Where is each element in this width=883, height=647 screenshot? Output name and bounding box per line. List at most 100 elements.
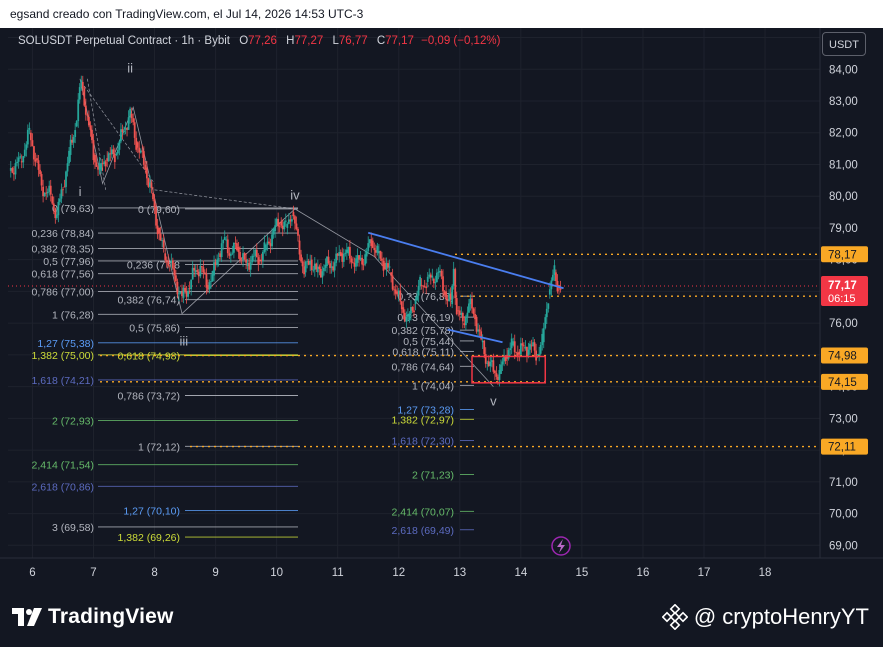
price-chart[interactable]: 0 (79,63)0,236 (78,84)0,382 (78,35)0,5 (… xyxy=(0,28,883,588)
fib-level-label: 0,5 (77,96) xyxy=(43,256,94,268)
candle-body xyxy=(31,140,34,147)
candle-body xyxy=(408,313,411,320)
candle-body xyxy=(492,360,495,372)
candle-body xyxy=(292,212,295,217)
candle-body xyxy=(159,233,162,241)
candle-body xyxy=(51,196,54,204)
candle-body xyxy=(445,291,447,299)
candle-body xyxy=(280,221,283,226)
wave-label: ii xyxy=(127,60,133,75)
candle-body xyxy=(95,162,98,167)
candle-body xyxy=(62,189,64,191)
x-tick-label: 6 xyxy=(29,567,35,579)
candle-body xyxy=(11,168,14,173)
candle-body xyxy=(300,254,302,262)
candle-body xyxy=(33,146,35,160)
candle-body xyxy=(327,256,330,264)
candle-body xyxy=(466,312,469,317)
candle-body xyxy=(118,141,121,150)
candle-body xyxy=(405,316,408,322)
fib-level-label: 2,414 (71,54) xyxy=(32,460,94,472)
candle-body xyxy=(217,258,220,260)
y-tick-label: 69,00 xyxy=(829,540,858,552)
candle-body xyxy=(13,172,15,175)
wave-label: i xyxy=(79,184,82,199)
candle-body xyxy=(451,285,454,305)
candle-body xyxy=(419,276,422,286)
candle-body xyxy=(434,282,437,284)
candle-body xyxy=(252,255,255,257)
candle-body xyxy=(17,157,20,162)
candle-body xyxy=(425,286,428,289)
tradingview-logo[interactable]: TradingView xyxy=(12,605,174,629)
candle-body xyxy=(184,287,186,292)
candle-body xyxy=(265,244,267,251)
binance-icon xyxy=(661,604,688,630)
candle-body xyxy=(84,105,87,115)
candle-body xyxy=(100,163,103,171)
fib-level-label: 0,786 (77,00) xyxy=(32,286,94,298)
candle-body xyxy=(255,249,258,258)
candle-body xyxy=(411,307,414,311)
footer: TradingView @ cryptoHenryYT xyxy=(0,588,883,647)
candle-body xyxy=(208,282,211,290)
current-price-label: 77,17 xyxy=(828,280,857,292)
candle-body xyxy=(455,298,458,315)
symbol-legend: SOLUSDT Perpetual Contract · 1h · Bybit … xyxy=(18,35,500,47)
fib-level-label: 2 (72,93) xyxy=(52,416,94,428)
y-tick-label: 80,00 xyxy=(829,191,858,203)
candle-body xyxy=(373,247,376,251)
fib-level-label: 2,618 (69,49) xyxy=(392,525,454,537)
candle-body xyxy=(22,156,25,163)
candle-body xyxy=(513,341,516,353)
x-tick-label: 17 xyxy=(698,567,711,579)
tradingview-logo-icon xyxy=(12,608,42,626)
fib-level-label: 1,382 (69,26) xyxy=(118,532,180,544)
currency-button[interactable]: USDT xyxy=(822,32,866,56)
candle-body xyxy=(547,303,550,309)
y-tick-label: 82,00 xyxy=(829,128,858,140)
symbol-name[interactable]: SOLUSDT Perpetual Contract · 1h · Bybit xyxy=(18,35,230,47)
candle-body xyxy=(402,307,405,313)
candle-body xyxy=(203,272,206,274)
candle-body xyxy=(222,239,225,244)
candle-body xyxy=(245,259,248,263)
open-value: 77,26 xyxy=(248,35,277,47)
y-tick-label: 76,00 xyxy=(829,318,858,330)
candle-body xyxy=(475,316,478,332)
candle-body xyxy=(65,171,67,187)
candle-body xyxy=(310,259,313,270)
candle-body xyxy=(261,251,264,261)
candle-body xyxy=(535,350,538,361)
candle-body xyxy=(278,226,281,228)
candle-body xyxy=(348,246,351,259)
candle-body xyxy=(19,156,22,158)
fib-level-label: 0,236 (78,84) xyxy=(32,228,94,240)
candle-body xyxy=(501,361,504,365)
author-name: @ cryptoHenryYT xyxy=(693,604,869,629)
candle-body xyxy=(78,87,81,100)
x-tick-label: 18 xyxy=(759,567,772,579)
chart-area[interactable]: 0 (79,63) 0,236 (78,84) 0,382 (78,35) 0,5 (… xyxy=(0,28,883,588)
candle-body xyxy=(538,353,541,355)
candle-body xyxy=(91,129,93,141)
candle-body xyxy=(257,257,260,265)
candle-body xyxy=(298,240,301,255)
x-tick-label: 7 xyxy=(90,567,96,579)
candle-body xyxy=(94,154,96,163)
candle-body xyxy=(471,298,473,309)
candle-body xyxy=(468,303,470,313)
candle-body xyxy=(545,308,548,318)
y-tick-label: 81,00 xyxy=(829,159,858,171)
candle-body xyxy=(176,281,179,295)
y-tick-label: 83,00 xyxy=(829,96,858,108)
candle-body xyxy=(493,370,496,374)
candle-body xyxy=(399,290,402,302)
candle-body xyxy=(216,259,219,266)
candle-body xyxy=(229,253,232,256)
candle-body xyxy=(454,269,457,299)
candle-body xyxy=(29,132,32,141)
candle-body xyxy=(77,99,80,122)
candle-body xyxy=(155,207,157,226)
candle-body xyxy=(152,193,154,200)
